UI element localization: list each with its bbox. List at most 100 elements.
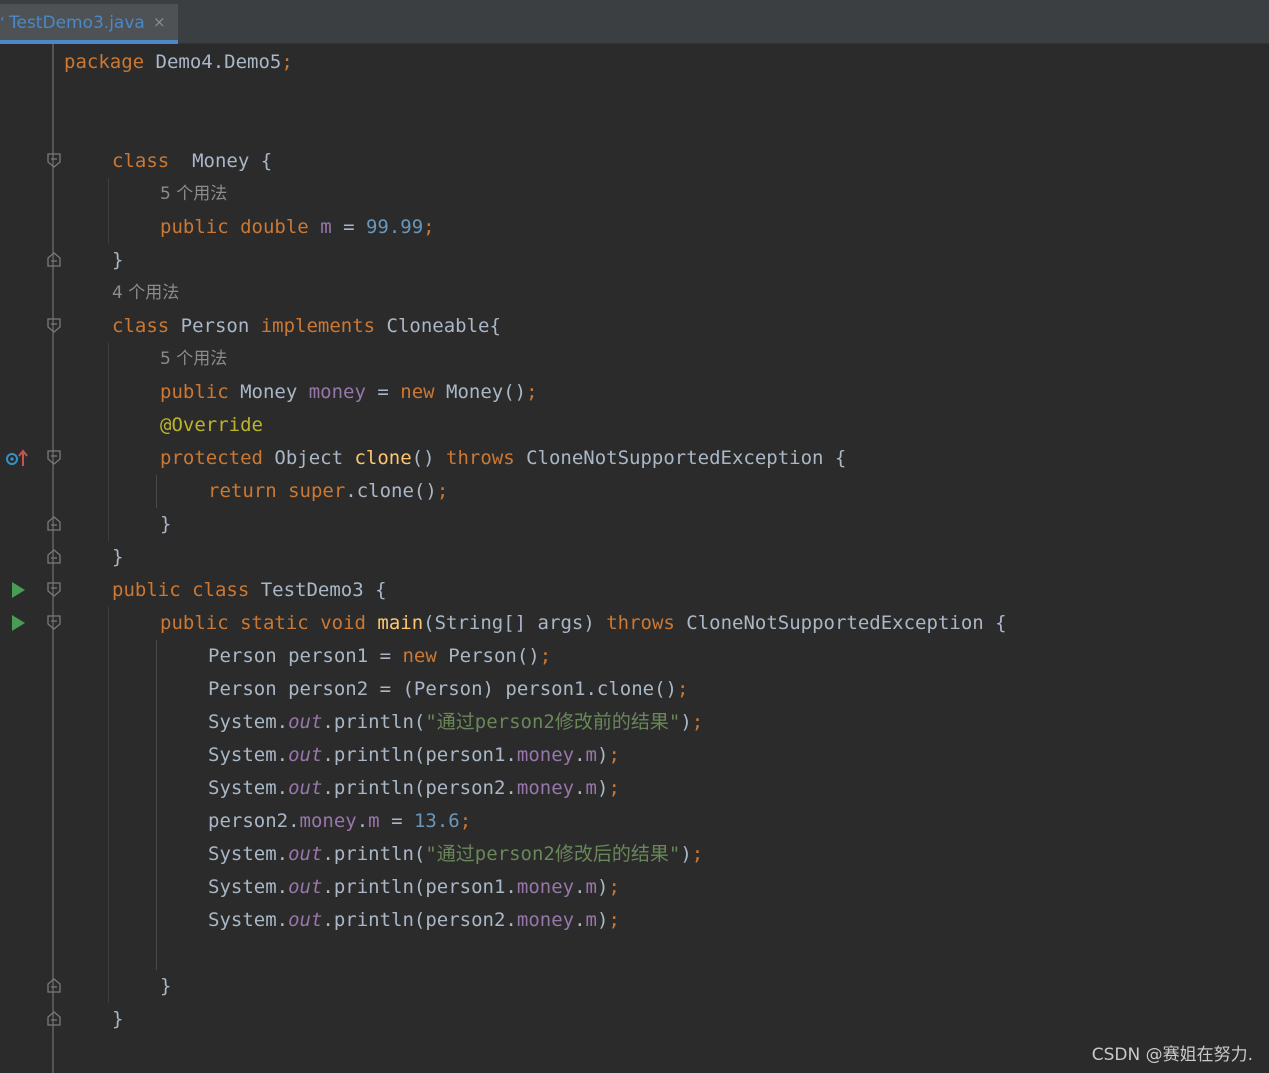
code-line-main-decl: public static void main(String[] args) t… xyxy=(0,607,1269,640)
constructor-call: Money() xyxy=(434,381,527,403)
code-line-close-person: } xyxy=(0,541,1269,574)
keyword: void xyxy=(320,612,366,634)
keyword: new xyxy=(400,381,435,403)
code-line-class-person: class Person implements Cloneable{ xyxy=(0,310,1269,343)
keyword: public xyxy=(160,381,229,403)
annotation: @Override xyxy=(160,414,263,436)
string-literal: "通过person2修改前的结果" xyxy=(425,711,681,733)
dot: . xyxy=(574,909,586,931)
code-line-money-field: public double m = 99.99; xyxy=(0,211,1269,244)
paren: ) xyxy=(596,744,609,766)
field-name: m xyxy=(585,777,597,799)
variable-ref: person2. xyxy=(208,810,300,832)
interface-name: Cloneable{ xyxy=(375,315,501,337)
keyword: class xyxy=(112,315,170,337)
usages-hint[interactable]: 4 个用法 xyxy=(112,277,179,310)
code-line-person1: Person person1 = new Person(); xyxy=(0,640,1269,673)
tab-testdemo3-java[interactable]: ʻ TestDemo3.java × xyxy=(0,4,178,44)
close-tab-icon[interactable]: × xyxy=(153,13,166,31)
dot: . xyxy=(574,777,586,799)
keyword: class xyxy=(192,579,250,601)
java-file-icon: ʻ xyxy=(0,14,5,32)
class-ref: System. xyxy=(208,909,289,931)
variable-decl: Person person2 = (Person) person1.clone(… xyxy=(208,678,677,700)
package-name: Demo4.Demo5 xyxy=(144,51,282,73)
dot: . xyxy=(356,810,369,832)
dot: . xyxy=(574,876,586,898)
parens: () xyxy=(411,447,446,469)
keyword: static xyxy=(240,612,309,634)
semicolon: ; xyxy=(608,876,620,898)
brace: } xyxy=(160,975,172,997)
code-line-class-money: class Money { xyxy=(0,145,1269,178)
static-field: out xyxy=(288,876,323,898)
code-line-close-money: } xyxy=(0,244,1269,277)
brace: } xyxy=(160,513,172,535)
class-ref: System. xyxy=(208,777,289,799)
static-field: out xyxy=(288,843,323,865)
usages-hint[interactable]: 5 个用法 xyxy=(160,343,227,376)
class-ref: System. xyxy=(208,744,289,766)
field-name: money xyxy=(516,876,575,898)
tab-label: TestDemo3.java xyxy=(9,13,145,33)
editor-tab-bar: ʻ TestDemo3.java × xyxy=(0,0,1269,44)
method-call: .println( xyxy=(322,876,426,898)
class-name: TestDemo3 { xyxy=(249,579,387,601)
parameters: (String[] args) xyxy=(423,612,607,634)
paren: ) xyxy=(680,711,692,733)
type-name: Money xyxy=(228,381,309,403)
code-line-money-field-decl: public Money money = new Money(); xyxy=(0,376,1269,409)
keyword: super xyxy=(288,480,346,502)
code-line-print-p1-after: System.out.println(person1.money.m); xyxy=(0,871,1269,904)
semicolon: ; xyxy=(526,381,538,403)
method-call: .println( xyxy=(322,711,426,733)
code-line-print-p2: System.out.println(person2.money.m); xyxy=(0,772,1269,805)
semicolon: ; xyxy=(691,711,704,733)
static-field: out xyxy=(288,711,323,733)
static-field: out xyxy=(288,744,323,766)
operator: = xyxy=(379,810,414,832)
semicolon: ; xyxy=(677,678,689,700)
semicolon: ; xyxy=(608,909,620,931)
class-name: Person xyxy=(169,315,261,337)
method-call: .println( xyxy=(322,909,426,931)
field-name: money xyxy=(516,777,575,799)
operator: = xyxy=(365,381,401,403)
keyword: implements xyxy=(260,315,376,337)
keyword: public xyxy=(112,579,181,601)
class-name: Money { xyxy=(169,150,273,172)
field-name: m xyxy=(368,810,380,832)
string-literal: "通过person2修改后的结果" xyxy=(425,843,681,865)
paren: ) xyxy=(680,843,692,865)
code-line-return: return super.clone(); xyxy=(0,475,1269,508)
class-ref: System. xyxy=(208,711,289,733)
operator: = xyxy=(331,216,366,238)
paren: ) xyxy=(596,909,609,931)
field-name: m xyxy=(320,216,332,238)
method-call: .println( xyxy=(322,843,426,865)
paren: ) xyxy=(596,876,609,898)
code-line-close-testdemo3: } xyxy=(0,1003,1269,1036)
field-name: money xyxy=(516,909,575,931)
usages-hint[interactable]: 5 个用法 xyxy=(160,178,227,211)
code-line-print-after: System.out.println("通过person2修改后的结果"); xyxy=(0,838,1269,871)
number-literal: 99.99 xyxy=(365,216,424,238)
field-name: m xyxy=(585,909,597,931)
field-name: m xyxy=(585,744,597,766)
static-field: out xyxy=(288,909,323,931)
class-ref: System. xyxy=(208,843,289,865)
keyword: public xyxy=(160,216,229,238)
field-name: money xyxy=(308,381,366,403)
constructor-call: Person() xyxy=(436,645,540,667)
keyword: double xyxy=(240,216,309,238)
variable-ref: person1. xyxy=(425,876,517,898)
field-name: m xyxy=(585,876,597,898)
keyword: protected xyxy=(160,447,263,469)
keyword: public xyxy=(160,612,229,634)
brace: } xyxy=(112,546,124,568)
keyword: throws xyxy=(446,447,515,469)
static-field: out xyxy=(288,777,323,799)
semicolon: ; xyxy=(459,810,472,832)
variable-ref: person1. xyxy=(425,744,517,766)
variable-ref: person2. xyxy=(425,777,517,799)
